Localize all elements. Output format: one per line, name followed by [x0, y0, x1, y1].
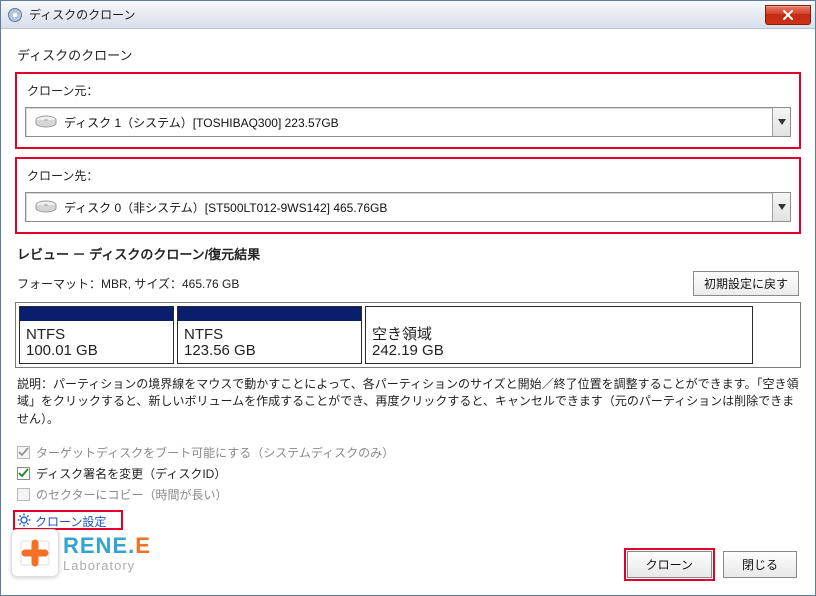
- partition-layout[interactable]: NTFS100.01 GBNTFS123.56 GB空き領域242.19 GB: [15, 302, 801, 368]
- chevron-down-icon: [772, 108, 790, 136]
- titlebar: ディスクのクローン: [1, 1, 815, 29]
- partition-header-bar: [366, 307, 752, 321]
- partition-name: NTFS: [184, 327, 355, 344]
- checkbox-icon: [17, 446, 30, 459]
- gear-icon: [17, 513, 31, 530]
- clone-source-box: クローン元： ディスク 1（システム）[TOSHIBAQ300] 223.57G…: [15, 72, 801, 149]
- partition-size: 100.01 GB: [26, 343, 167, 360]
- page-heading: ディスクのクローン: [17, 45, 801, 64]
- option-sector-label: のセクターにコビー（時間が長い）: [36, 486, 228, 503]
- source-disk-text: ディスク 1（システム）[TOSHIBAQ300] 223.57GB: [64, 114, 772, 131]
- partition-body: NTFS123.56 GB: [178, 321, 361, 363]
- close-button[interactable]: [765, 5, 811, 25]
- partition-name: 空き領域: [372, 327, 746, 344]
- partition-size: 242.19 GB: [372, 343, 746, 360]
- description-text: 説明：パーティションの境界線をマウスで動かすことによって、各パーティションのサイ…: [17, 376, 799, 428]
- disk-icon: [34, 114, 58, 130]
- content-area: ディスクのクローン クローン元： ディスク 1（システム）[TOSHIBAQ30…: [1, 29, 815, 544]
- reset-defaults-button[interactable]: 初期設定に戻す: [693, 271, 799, 296]
- partition-body: NTFS100.01 GB: [20, 321, 173, 363]
- partition-size: 123.56 GB: [184, 343, 355, 360]
- checkbox-icon: [17, 488, 30, 501]
- partition-body: 空き領域242.19 GB: [366, 321, 752, 363]
- target-label: クローン先：: [27, 167, 791, 184]
- option-disksig[interactable]: ディスク署名を変更（ディスクID）: [17, 465, 799, 482]
- option-disksig-label: ディスク署名を変更（ディスクID）: [36, 465, 226, 482]
- partition-block[interactable]: NTFS100.01 GB: [19, 306, 174, 364]
- option-sector-copy[interactable]: のセクターにコビー（時間が長い）: [17, 486, 799, 503]
- disk-icon: [34, 199, 58, 215]
- partition-name: NTFS: [26, 327, 167, 344]
- partition-header-bar: [20, 307, 173, 321]
- format-text: フォーマット：MBR, サイズ：465.76 GB: [17, 275, 239, 292]
- target-disk-text: ディスク 0（非システム）[ST500LT012-9WS142] 465.76G…: [64, 199, 772, 216]
- clone-settings-link[interactable]: クローン設定: [17, 513, 106, 530]
- checkbox-icon: [17, 467, 30, 480]
- option-bootable[interactable]: ターゲットディスクをブート可能にする（システムディスクのみ）: [17, 444, 799, 461]
- watermark-subtitle: Laboratory: [63, 559, 151, 572]
- partition-block[interactable]: NTFS123.56 GB: [177, 306, 362, 364]
- partition-header-bar: [178, 307, 361, 321]
- window-title: ディスクのクローン: [29, 6, 136, 23]
- close-dialog-button[interactable]: 閉じる: [723, 551, 797, 578]
- close-icon: [782, 10, 794, 20]
- options-group: ターゲットディスクをブート可能にする（システムディスクのみ） ディスク署名を変更…: [17, 444, 799, 503]
- partition-block[interactable]: 空き領域242.19 GB: [365, 306, 753, 364]
- footer-buttons: クローン 閉じる: [624, 548, 797, 581]
- window: ディスクのクローン ディスクのクローン クローン元： ディスク 1（システム）[: [0, 0, 816, 596]
- review-header: レビュー － ディスクのクローン/復元結果: [17, 244, 801, 263]
- target-disk-dropdown[interactable]: ディスク 0（非システム）[ST500LT012-9WS142] 465.76G…: [25, 192, 791, 222]
- clone-button[interactable]: クローン: [627, 551, 712, 578]
- format-row: フォーマット：MBR, サイズ：465.76 GB 初期設定に戻す: [17, 271, 799, 296]
- option-bootable-label: ターゲットディスクをブート可能にする（システムディスクのみ）: [36, 444, 394, 461]
- clone-settings-label: クローン設定: [35, 513, 106, 530]
- app-icon: [7, 7, 23, 23]
- source-label: クローン元：: [27, 82, 791, 99]
- clone-target-box: クローン先： ディスク 0（非システム）[ST500LT012-9WS142] …: [15, 157, 801, 234]
- source-disk-dropdown[interactable]: ディスク 1（システム）[TOSHIBAQ300] 223.57GB: [25, 107, 791, 137]
- chevron-down-icon: [772, 193, 790, 221]
